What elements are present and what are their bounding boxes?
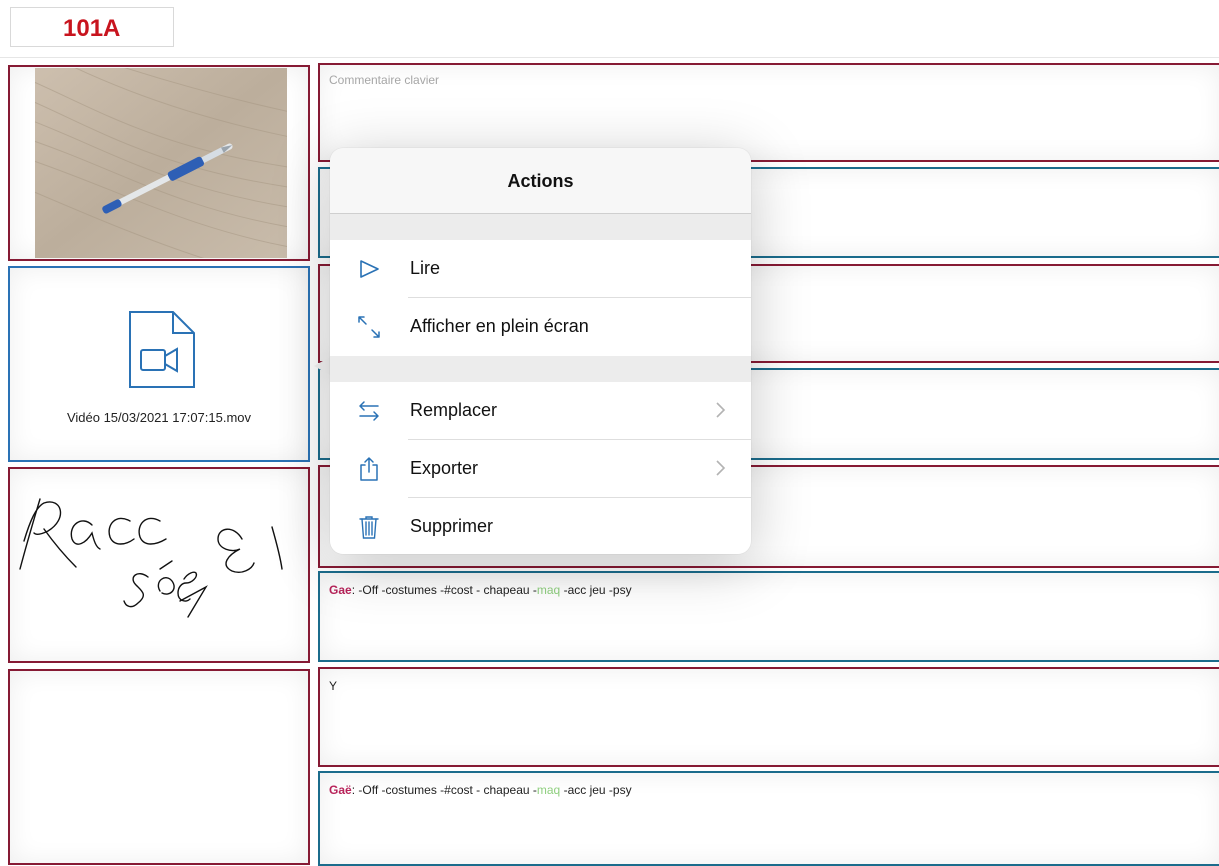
scene-id-box[interactable]: 101A [10,7,174,47]
video-cell[interactable]: Vidéo 15/03/2021 17:07:15.mov [8,266,310,462]
note-author: Gae [329,583,352,597]
action-group-2: Remplacer Exporter Supprimer [330,382,751,554]
play-icon [360,260,379,278]
action-label: Remplacer [410,400,498,420]
comment-placeholder: Commentaire clavier [329,73,440,87]
comment-cell-4[interactable]: Y [318,667,1219,767]
swap-arrows-icon [359,401,379,421]
chevron-right-icon [716,402,726,418]
video-filename: Vidéo 15/03/2021 17:07:15.mov [66,410,252,425]
action-supprimer[interactable]: Supprimer [330,498,751,554]
popover-header: Actions [330,148,751,214]
action-label: Supprimer [410,516,494,536]
note-cell-3[interactable]: Gae: -Off -costumes -#cost - chapeau -ma… [318,571,1219,662]
drawing-cell[interactable] [8,467,310,663]
header-divider [0,57,1219,58]
note-text-2: Gaë: -Off -costumes -#cost - chapeau -ma… [329,783,632,797]
action-fullscreen[interactable]: Afficher en plein écran [330,298,751,356]
action-exporter[interactable]: Exporter [330,440,751,498]
chevron-right-icon [716,460,726,476]
video-file-icon [129,311,195,388]
action-label: Exporter [410,458,479,478]
scene-id-label: 101A [63,15,121,42]
note-cell-4[interactable]: Gaë: -Off -costumes -#cost - chapeau -ma… [318,771,1219,866]
fullscreen-icon [358,316,380,338]
action-lire[interactable]: Lire [330,240,751,298]
comment-text: Y [329,679,338,693]
popover-title: Actions [507,171,574,191]
action-label: Afficher en plein écran [410,316,589,336]
popover-arrow [314,357,330,375]
actions-popover: Actions Lire Afficher en plein écran Rem… [330,148,751,554]
share-icon [360,457,378,481]
note-author: Gaë [329,783,352,797]
action-remplacer[interactable]: Remplacer [330,382,751,440]
handwritten-sketch [19,498,283,618]
empty-media-cell[interactable] [8,669,310,865]
photo-cell[interactable] [8,65,310,261]
note-text-1: Gae: -Off -costumes -#cost - chapeau -ma… [329,583,632,597]
action-group-1: Lire Afficher en plein écran [330,240,751,356]
photo-thumbnail[interactable] [35,68,287,258]
action-label: Lire [410,258,441,278]
trash-icon [359,516,379,539]
